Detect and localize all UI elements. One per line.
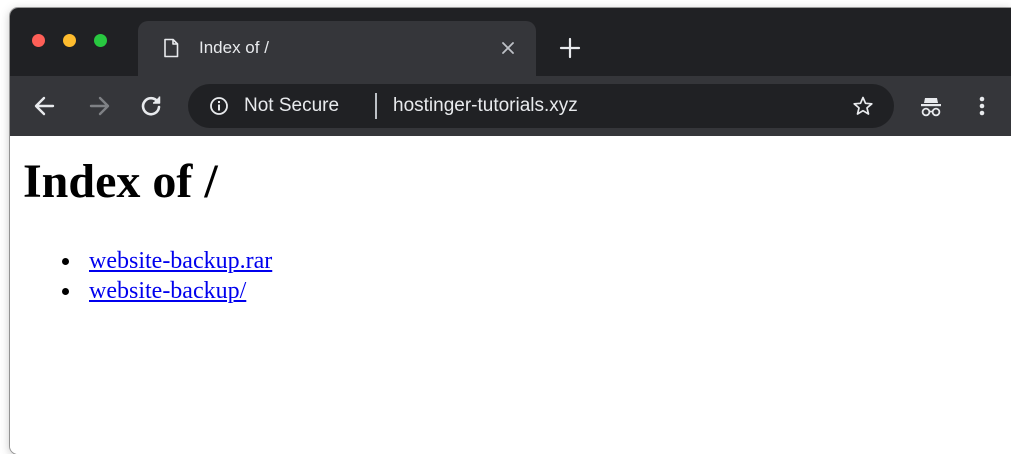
browser-window: Index of / Not Secure hostinger-tutorial… xyxy=(10,8,1011,454)
page-title: Index of / xyxy=(23,155,218,208)
file-list: website-backup.rar website-backup/ xyxy=(52,246,272,306)
folder-link-website-backup[interactable]: website-backup/ xyxy=(89,278,246,304)
window-minimize-button[interactable] xyxy=(63,34,76,47)
back-arrow-icon[interactable] xyxy=(32,93,58,119)
document-icon xyxy=(164,38,179,58)
list-item: website-backup.rar xyxy=(52,246,272,276)
incognito-icon[interactable] xyxy=(918,93,944,119)
tab-index[interactable]: Index of / xyxy=(138,21,536,76)
tab-title: Index of / xyxy=(199,38,269,57)
bullet xyxy=(62,288,69,295)
window-maximize-button[interactable] xyxy=(94,34,107,47)
security-status[interactable]: Not Secure xyxy=(244,95,339,117)
star-icon[interactable] xyxy=(852,95,874,117)
address-separator xyxy=(375,93,377,119)
url-text[interactable]: hostinger-tutorials.xyz xyxy=(393,95,578,117)
tab-strip: Index of / xyxy=(10,8,1011,76)
plus-icon[interactable] xyxy=(558,36,582,60)
page-content: Index of / website-backup.rar website-ba… xyxy=(10,136,1011,454)
reload-icon[interactable] xyxy=(138,93,164,119)
browser-toolbar: Not Secure hostinger-tutorials.xyz xyxy=(10,76,1011,136)
kebab-menu-icon[interactable] xyxy=(972,93,992,119)
info-icon[interactable] xyxy=(209,96,229,116)
list-item: website-backup/ xyxy=(52,276,272,306)
address-bar[interactable]: Not Secure hostinger-tutorials.xyz xyxy=(188,84,894,128)
window-close-button[interactable] xyxy=(32,34,45,47)
forward-arrow-icon[interactable] xyxy=(86,93,112,119)
file-link-rar[interactable]: website-backup.rar xyxy=(89,248,272,274)
close-icon[interactable] xyxy=(498,38,518,58)
bullet xyxy=(62,258,69,265)
